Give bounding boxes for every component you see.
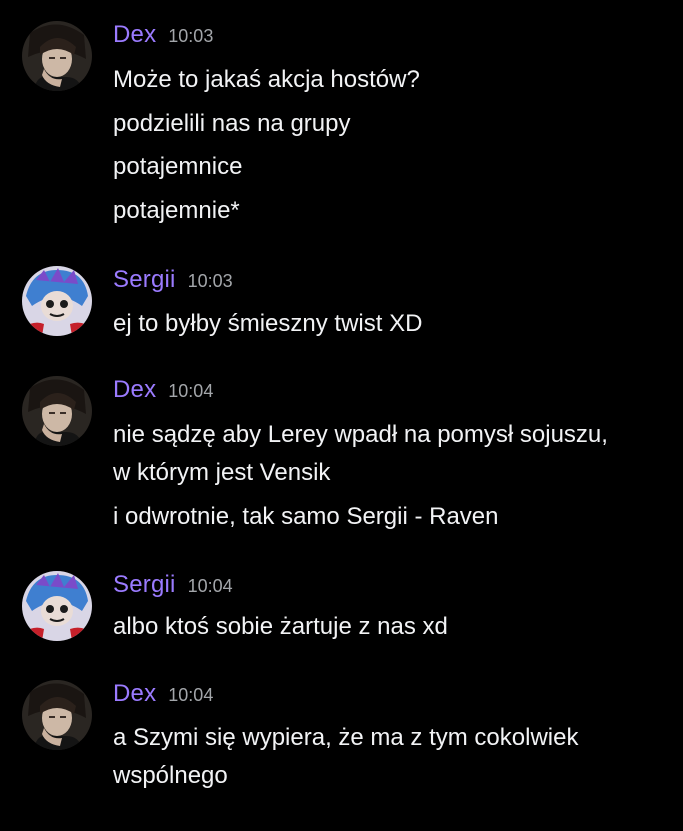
dex-avatar-icon[interactable] bbox=[22, 680, 92, 750]
message-text: potajemnie* bbox=[113, 197, 240, 224]
message-timestamp: 10:03 bbox=[168, 26, 214, 46]
author-name[interactable]: Sergii bbox=[113, 266, 176, 294]
message-timestamp: 10:03 bbox=[187, 271, 233, 291]
dex-avatar-icon[interactable] bbox=[22, 21, 92, 91]
message-text: albo ktoś sobie żartuje z nas xd bbox=[113, 613, 448, 640]
sergii-avatar-icon[interactable] bbox=[22, 266, 92, 336]
message-text: wspólnego bbox=[113, 762, 228, 789]
message-group: Dex 10:04 nie sądzę aby Lerey wpadł na p… bbox=[0, 376, 683, 536]
message-text: potajemnice bbox=[113, 153, 243, 180]
author-name[interactable]: Sergii bbox=[113, 571, 176, 599]
message-group: Sergii 10:03 ej to byłby śmieszny twist … bbox=[0, 266, 683, 346]
message-timestamp: 10:04 bbox=[168, 685, 214, 705]
message-header: Dex 10:04 bbox=[113, 376, 213, 406]
chat-message-list: Dex 10:03 Może to jakaś akcja hostów? po… bbox=[0, 0, 683, 831]
message-text: nie sądzę aby Lerey wpadł na pomysł soju… bbox=[113, 421, 608, 448]
message-text: Może to jakaś akcja hostów? bbox=[113, 66, 420, 93]
message-header: Dex 10:03 bbox=[113, 21, 213, 51]
message-header: Sergii 10:03 bbox=[113, 266, 233, 296]
author-name[interactable]: Dex bbox=[113, 21, 156, 49]
message-group: Dex 10:04 a Szymi się wypiera, że ma z t… bbox=[0, 680, 683, 800]
message-header: Dex 10:04 bbox=[113, 680, 213, 710]
author-name[interactable]: Dex bbox=[113, 376, 156, 404]
sergii-avatar-icon[interactable] bbox=[22, 571, 92, 641]
message-text: a Szymi się wypiera, że ma z tym cokolwi… bbox=[113, 724, 579, 751]
message-text: podzielili nas na grupy bbox=[113, 110, 351, 137]
message-timestamp: 10:04 bbox=[187, 576, 233, 596]
message-group: Dex 10:03 Może to jakaś akcja hostów? po… bbox=[0, 21, 683, 241]
author-name[interactable]: Dex bbox=[113, 680, 156, 708]
message-header: Sergii 10:04 bbox=[113, 571, 233, 601]
message-text: ej to byłby śmieszny twist XD bbox=[113, 310, 423, 337]
dex-avatar-icon[interactable] bbox=[22, 376, 92, 446]
message-group: Sergii 10:04 albo ktoś sobie żartuje z n… bbox=[0, 571, 683, 651]
message-text: i odwrotnie, tak samo Sergii - Raven bbox=[113, 503, 499, 530]
message-timestamp: 10:04 bbox=[168, 381, 214, 401]
message-text: w którym jest Vensik bbox=[113, 459, 331, 486]
